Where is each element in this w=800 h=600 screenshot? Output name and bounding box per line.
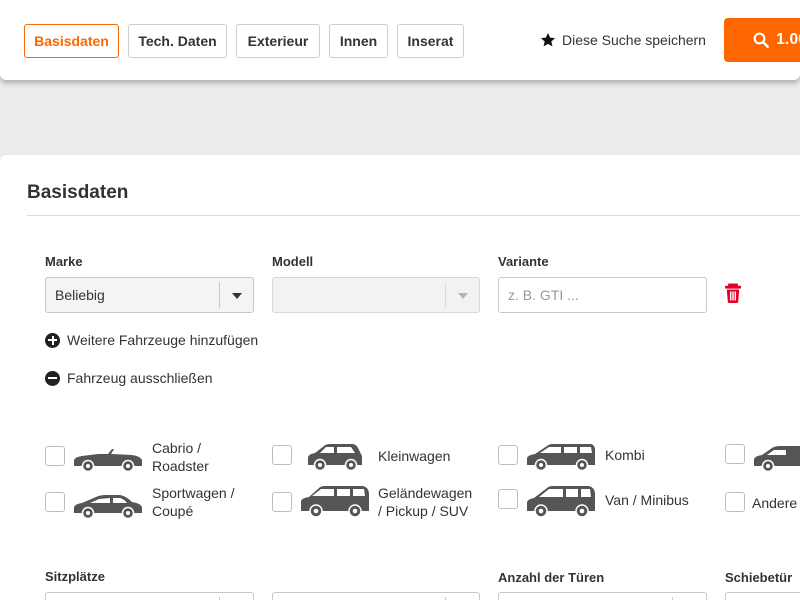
results-count: 1.00	[776, 31, 800, 48]
body-type-label-kombi: Kombi	[605, 447, 645, 463]
sports-car-icon	[74, 495, 142, 520]
save-search-link[interactable]: Diese Suche speichern	[540, 30, 706, 50]
plus-circle-icon	[45, 332, 60, 348]
doors-select[interactable]	[498, 592, 707, 600]
make-label: Marke	[45, 254, 83, 269]
checkbox-sportwagen[interactable]	[45, 492, 65, 512]
minus-circle-icon	[45, 370, 60, 386]
station-wagon-icon	[527, 444, 595, 472]
tab-innen[interactable]: Innen	[329, 24, 388, 58]
checkbox-gelaendewagen[interactable]	[272, 492, 292, 512]
tab-exterieur[interactable]: Exterieur	[236, 24, 320, 58]
suv-car-icon	[301, 486, 369, 518]
convertible-car-icon	[74, 449, 142, 473]
body-type-label-gelaendewagen: Geländewagen / Pickup / SUV	[378, 485, 473, 519]
seats-max-select[interactable]	[272, 592, 480, 600]
seats-label: Sitzplätze	[45, 569, 105, 584]
model-label: Modell	[272, 254, 314, 269]
section-divider	[27, 215, 800, 216]
star-icon	[541, 33, 555, 47]
body-type-label-kleinwagen: Kleinwagen	[378, 448, 451, 464]
checkbox-andere[interactable]	[725, 492, 745, 512]
seats-select[interactable]	[45, 592, 254, 600]
chevron-down-icon	[458, 293, 468, 299]
model-select[interactable]	[272, 277, 480, 313]
save-search-label: Diese Suche speichern	[562, 32, 706, 48]
checkbox-limousine[interactable]	[725, 444, 745, 464]
exclude-vehicle-label: Fahrzeug ausschließen	[67, 370, 213, 386]
tab-inserat[interactable]: Inserat	[397, 24, 464, 58]
body-type-label-cabrio: Cabrio / Roadster	[152, 440, 209, 474]
variant-label: Variante	[498, 254, 549, 269]
sliding-door-label: Schiebetür	[725, 570, 793, 585]
show-results-button[interactable]: 1.00	[724, 18, 800, 62]
trash-icon[interactable]	[724, 283, 742, 303]
basisdaten-card: Basisdaten Marke Beliebig Modell Variant…	[0, 155, 800, 600]
search-icon	[753, 32, 769, 48]
add-vehicles-link[interactable]: Weitere Fahrzeuge hinzufügen	[45, 330, 258, 350]
sliding-door-select[interactable]	[725, 592, 800, 600]
variant-input[interactable]	[498, 277, 707, 313]
tab-basisdaten[interactable]: Basisdaten	[24, 24, 119, 58]
make-select-value: Beliebig	[55, 287, 105, 303]
body-type-label-andere: Andere	[752, 495, 798, 511]
add-vehicles-label: Weitere Fahrzeuge hinzufügen	[67, 332, 259, 348]
small-car-icon	[308, 444, 362, 472]
tab-tech-daten[interactable]: Tech. Daten	[128, 24, 227, 58]
van-icon	[527, 486, 595, 518]
make-select[interactable]: Beliebig	[45, 277, 254, 313]
checkbox-kleinwagen[interactable]	[272, 445, 292, 465]
section-title: Basisdaten	[27, 182, 129, 203]
top-navigation-bar: Basisdaten Tech. Daten Exterieur Innen I…	[0, 0, 800, 80]
chevron-down-icon	[232, 293, 242, 299]
checkbox-cabrio[interactable]	[45, 446, 65, 466]
checkbox-van[interactable]	[498, 489, 518, 509]
body-type-label-van: Van / Minibus	[605, 492, 689, 508]
body-type-label-sportwagen: Sportwagen / Coupé	[152, 485, 235, 519]
sedan-car-icon	[754, 446, 800, 473]
doors-label: Anzahl der Türen	[498, 570, 605, 585]
exclude-vehicle-link[interactable]: Fahrzeug ausschließen	[45, 368, 213, 388]
checkbox-kombi[interactable]	[498, 445, 518, 465]
